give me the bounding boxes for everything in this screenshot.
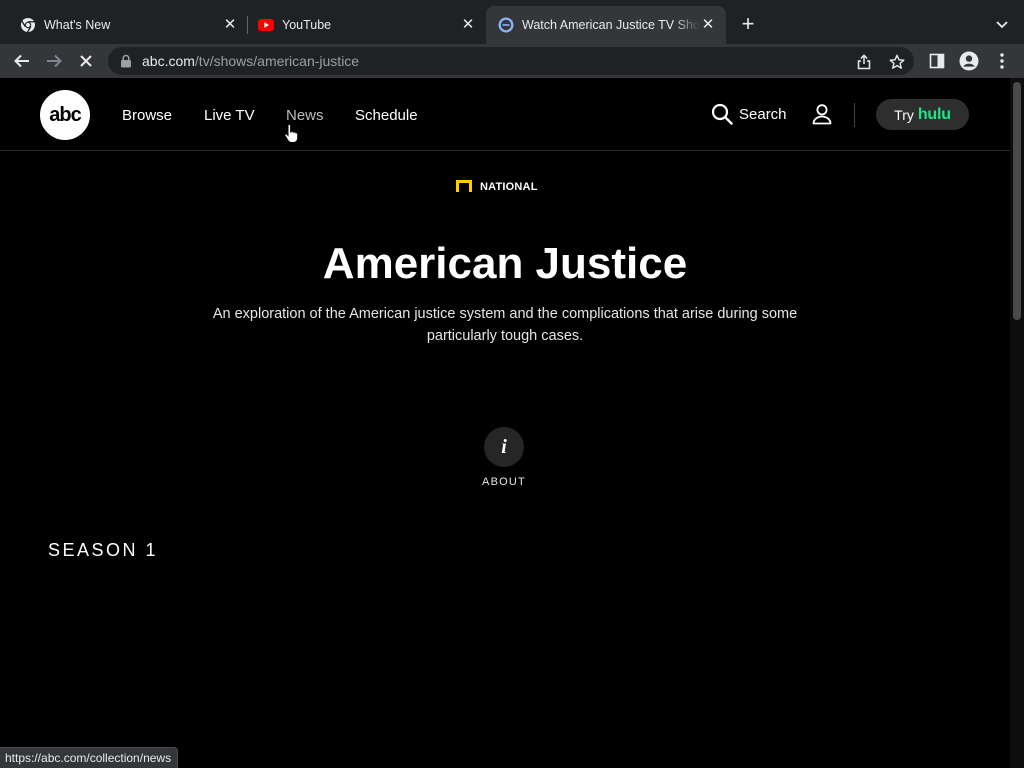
tab-title: Watch American Justice TV Show bbox=[522, 18, 700, 32]
tab-whats-new[interactable]: What's New ✕ bbox=[0, 6, 248, 44]
hulu-logo: hulu bbox=[917, 105, 951, 123]
abc-logo[interactable]: abc bbox=[40, 90, 90, 140]
chevron-down-icon[interactable] bbox=[992, 14, 1012, 34]
nav-news[interactable]: News bbox=[286, 107, 324, 124]
url-host: abc.com bbox=[142, 53, 195, 69]
nav-live-tv[interactable]: Live TV bbox=[204, 107, 255, 124]
close-icon[interactable]: ✕ bbox=[460, 17, 476, 33]
side-panel-icon[interactable] bbox=[927, 51, 947, 71]
tab-strip: What's New ✕ YouTube ✕ Watch American Ju… bbox=[0, 0, 1024, 44]
close-icon[interactable]: ✕ bbox=[222, 17, 238, 33]
season-heading: SEASON 1 bbox=[48, 540, 159, 560]
forward-arrow-icon[interactable] bbox=[42, 49, 66, 73]
natgeo-frame-icon bbox=[456, 180, 472, 192]
search-icon bbox=[711, 103, 733, 125]
hand-cursor-icon bbox=[284, 123, 299, 144]
network-logo-text: NATIONAL bbox=[480, 181, 538, 192]
header-divider bbox=[854, 103, 855, 127]
close-icon[interactable]: ✕ bbox=[700, 17, 716, 33]
tab-title: YouTube bbox=[282, 18, 332, 32]
profile-avatar-icon[interactable] bbox=[959, 51, 979, 71]
tab-youtube[interactable]: YouTube ✕ bbox=[248, 6, 486, 44]
search-label: Search bbox=[739, 105, 787, 123]
share-icon[interactable] bbox=[855, 53, 873, 71]
abc-favicon-icon bbox=[498, 17, 514, 33]
stop-loading-icon[interactable] bbox=[74, 49, 98, 73]
url-text: abc.com/tv/shows/american-justice bbox=[142, 53, 359, 69]
scrollbar-thumb[interactable] bbox=[1013, 82, 1021, 320]
youtube-icon bbox=[258, 17, 274, 33]
status-url-bubble: https://abc.com/collection/news bbox=[0, 747, 179, 768]
address-bar[interactable]: abc.com/tv/shows/american-justice bbox=[108, 47, 914, 75]
show-title: American Justice bbox=[322, 239, 688, 288]
show-description: An exploration of the American justice s… bbox=[212, 306, 798, 344]
url-path: /tv/shows/american-justice bbox=[194, 53, 360, 69]
search-button[interactable]: Search bbox=[711, 102, 787, 126]
nav-schedule[interactable]: Schedule bbox=[355, 107, 418, 124]
chrome-icon bbox=[20, 17, 36, 33]
lock-icon[interactable] bbox=[120, 54, 132, 68]
tab-american-justice[interactable]: Watch American Justice TV Show ✕ bbox=[486, 6, 726, 44]
try-label: Try bbox=[894, 106, 914, 123]
try-hulu-button[interactable]: Try hulu bbox=[876, 99, 969, 130]
site-header: abc Browse Live TV News Schedule Search … bbox=[0, 78, 1010, 151]
new-tab-button[interactable]: + bbox=[736, 13, 760, 37]
info-icon-button[interactable]: i bbox=[484, 427, 524, 467]
page-scrollbar[interactable] bbox=[1010, 78, 1024, 768]
bookmark-star-icon[interactable] bbox=[888, 53, 906, 71]
browser-toolbar: abc.com/tv/shows/american-justice bbox=[0, 44, 1024, 78]
network-logo: NATIONAL bbox=[456, 180, 538, 192]
about-label[interactable]: ABOUT bbox=[470, 476, 538, 488]
user-account-icon[interactable] bbox=[811, 103, 833, 125]
back-arrow-icon[interactable] bbox=[10, 49, 34, 73]
tab-title: What's New bbox=[44, 18, 111, 32]
kebab-menu-icon[interactable] bbox=[992, 51, 1012, 71]
nav-browse[interactable]: Browse bbox=[122, 107, 172, 124]
